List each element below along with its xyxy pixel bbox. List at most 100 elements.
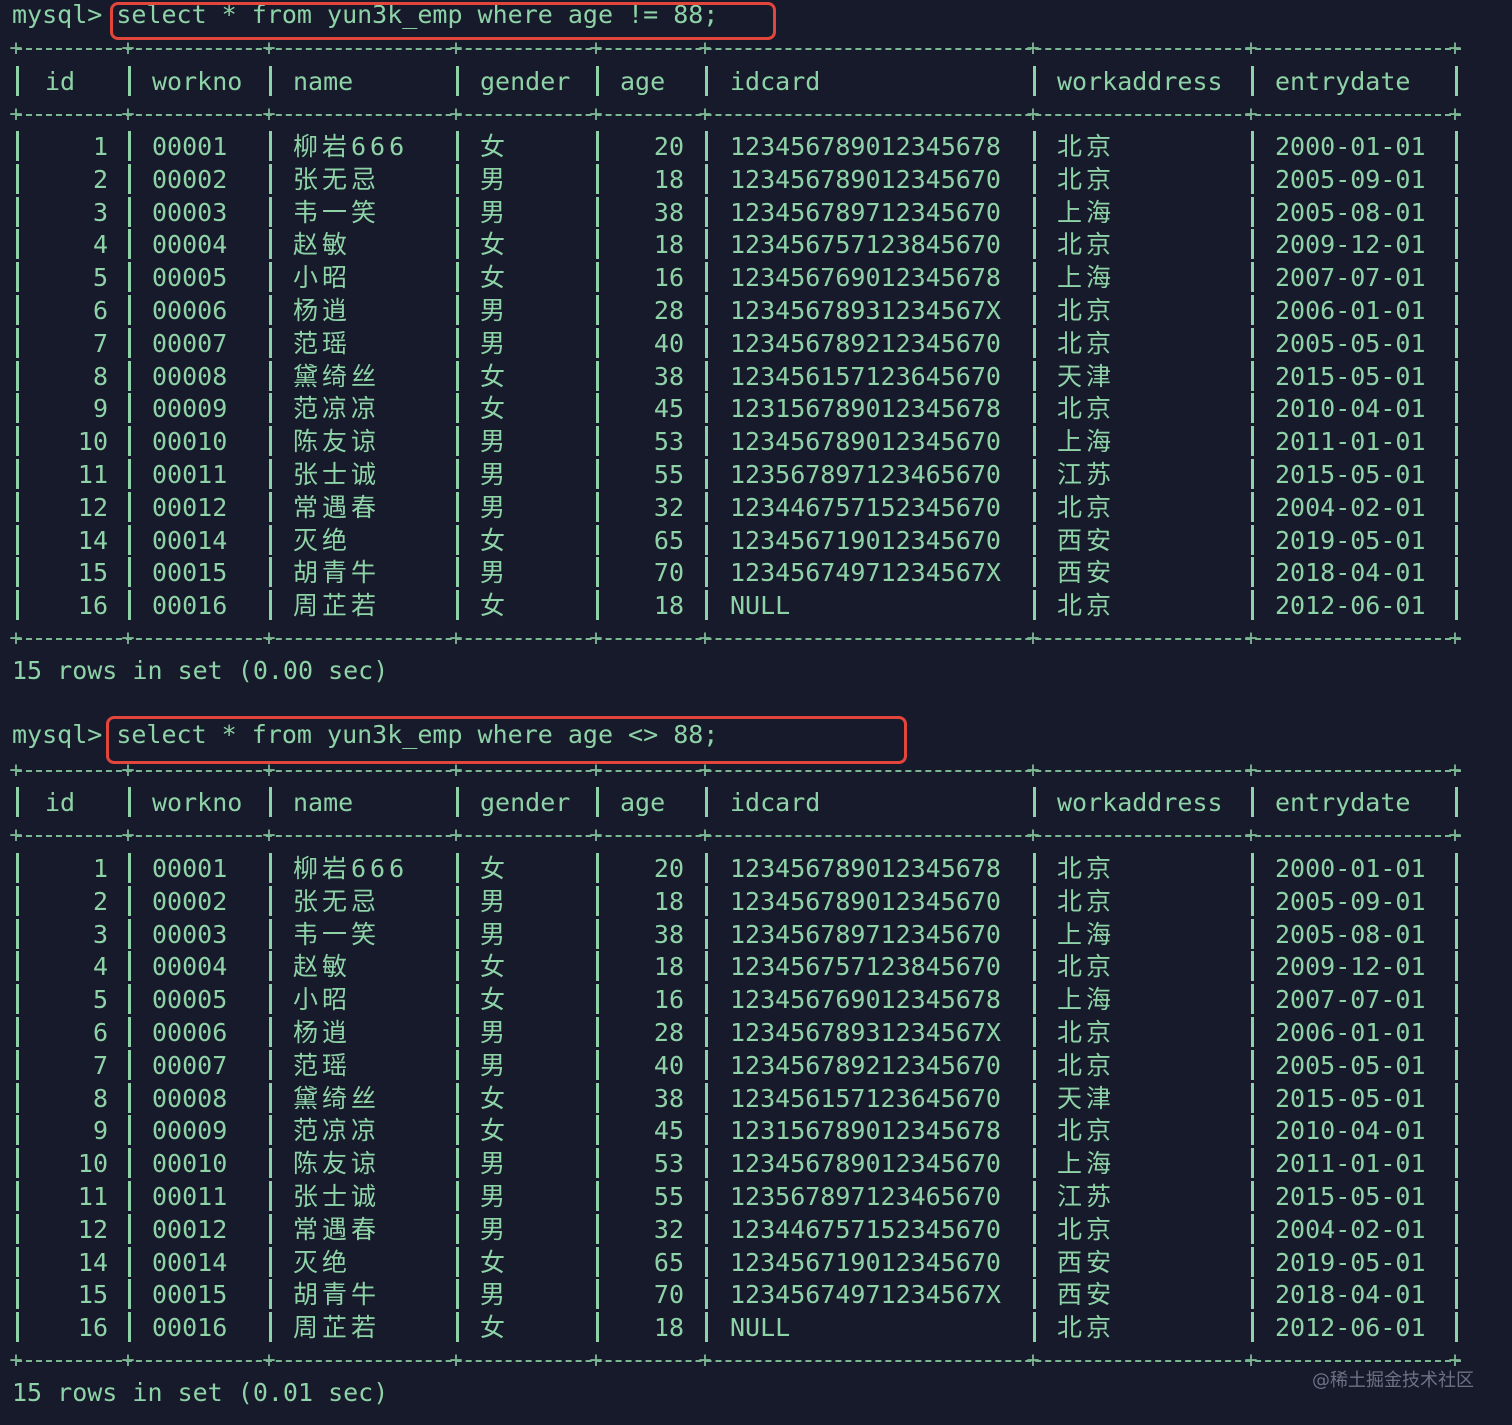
column-divider (596, 1214, 599, 1244)
border-corner: + (589, 1348, 603, 1373)
cell-entrydate: 2004-02-01 (1275, 493, 1426, 522)
column-divider (269, 984, 272, 1014)
cell-workaddress: 天津 (1057, 1084, 1116, 1113)
column-divider (705, 328, 708, 358)
column-divider (269, 525, 272, 555)
column-divider (456, 919, 459, 949)
column-divider (128, 66, 131, 96)
column-divider (16, 393, 19, 423)
column-divider (705, 393, 708, 423)
column-divider (596, 361, 599, 391)
cell-gender: 女 (480, 591, 510, 620)
border-corner: + (698, 1348, 712, 1373)
cell-name: 张士诚 (293, 1182, 381, 1211)
border-corner: + (1026, 758, 1040, 783)
column-divider (1251, 1017, 1254, 1047)
column-divider (705, 1214, 708, 1244)
cell-gender: 女 (480, 132, 510, 161)
column-divider (1033, 590, 1036, 620)
cell-age: 45 (653, 1116, 684, 1145)
cell-age: 18 (653, 952, 684, 981)
cell-age: 28 (653, 1018, 684, 1047)
border-corner: + (121, 1348, 135, 1373)
border-corner: + (262, 758, 276, 783)
column-divider (456, 393, 459, 423)
cell-idcard: 123456789012345670 (730, 1149, 1001, 1178)
cell-name: 柳岩666 (293, 132, 409, 161)
column-divider (705, 1083, 708, 1113)
column-divider (128, 951, 131, 981)
column-divider (269, 229, 272, 259)
column-divider (128, 295, 131, 325)
column-divider (1455, 1279, 1458, 1309)
cell-workno: 00012 (152, 1215, 228, 1244)
column-divider (596, 1017, 599, 1047)
cell-name: 张无忌 (293, 887, 381, 916)
cell-workaddress: 北京 (1057, 952, 1116, 981)
column-divider (128, 229, 131, 259)
cell-idcard: 123446757152345670 (730, 1215, 1001, 1244)
column-divider (705, 262, 708, 292)
column-divider (128, 328, 131, 358)
cell-entrydate: 2015-05-01 (1275, 362, 1426, 391)
cell-entrydate: 2005-09-01 (1275, 165, 1426, 194)
cell-workno: 00002 (152, 887, 228, 916)
cell-id: 5 (92, 263, 108, 292)
cell-entrydate: 2000-01-01 (1275, 854, 1426, 883)
cell-gender: 女 (480, 854, 510, 883)
column-divider (1033, 984, 1036, 1014)
column-divider (705, 919, 708, 949)
cell-gender: 男 (480, 493, 510, 522)
column-divider (1033, 492, 1036, 522)
cell-workaddress: 北京 (1057, 1215, 1116, 1244)
cell-gender: 男 (480, 165, 510, 194)
table-row: 14 00014 灭绝 女 65 123456719012345670 西安 2019-05-… (0, 525, 1512, 557)
cell-age: 40 (653, 1051, 684, 1080)
column-divider (1033, 361, 1036, 391)
cell-id: 8 (92, 1084, 108, 1113)
cell-workaddress: 北京 (1057, 493, 1116, 522)
border-corner: + (262, 102, 276, 127)
column-divider (16, 557, 19, 587)
table-row: 7 00007 范瑶 男 40 123456789212345670 北京 2005-05-0… (0, 1050, 1512, 1082)
table-row: 12 00012 常遇春 男 32 123446757152345670 北京 2004-02… (0, 492, 1512, 524)
cell-age: 70 (653, 558, 684, 587)
column-divider (596, 525, 599, 555)
cell-workno: 00011 (152, 460, 228, 489)
cell-age: 32 (653, 493, 684, 522)
cell-idcard: 123456769012345678 (730, 263, 1001, 292)
table-header-row: id workno name gender age idcard workaddress en… (0, 66, 1512, 98)
column-divider (1033, 1083, 1036, 1113)
cell-workno: 00016 (152, 1313, 228, 1342)
border-corner: + (9, 36, 23, 61)
column-divider (1033, 393, 1036, 423)
result-summary: 15 rows in set (0.00 sec) (12, 656, 389, 685)
cell-id: 5 (92, 985, 108, 1014)
mysql-prompt: mysql> (12, 0, 103, 29)
column-divider (705, 426, 708, 456)
cell-workaddress: 上海 (1057, 427, 1116, 456)
column-divider (596, 919, 599, 949)
column-header-idcard: idcard (730, 67, 821, 96)
cell-entrydate: 2015-05-01 (1275, 460, 1426, 489)
cell-idcard: NULL (730, 591, 791, 620)
column-header-workno: workno (152, 788, 243, 817)
column-divider (16, 492, 19, 522)
cell-idcard: 12345678931234567X (730, 296, 1001, 325)
column-divider (1033, 787, 1036, 817)
column-divider (128, 1312, 131, 1342)
cell-workaddress: 西安 (1057, 1280, 1116, 1309)
table-row: 6 00006 杨逍 男 28 12345678931234567X 北京 2006-01-0… (0, 295, 1512, 327)
column-divider (456, 787, 459, 817)
border-corner: + (262, 36, 276, 61)
column-divider (456, 886, 459, 916)
cell-id: 9 (92, 1116, 108, 1145)
column-divider (1455, 295, 1458, 325)
column-divider (1455, 262, 1458, 292)
column-divider (456, 459, 459, 489)
column-divider (596, 1312, 599, 1342)
cell-age: 55 (653, 1182, 684, 1211)
column-divider (705, 1312, 708, 1342)
cell-name: 张士诚 (293, 460, 381, 489)
border-corner: + (698, 36, 712, 61)
